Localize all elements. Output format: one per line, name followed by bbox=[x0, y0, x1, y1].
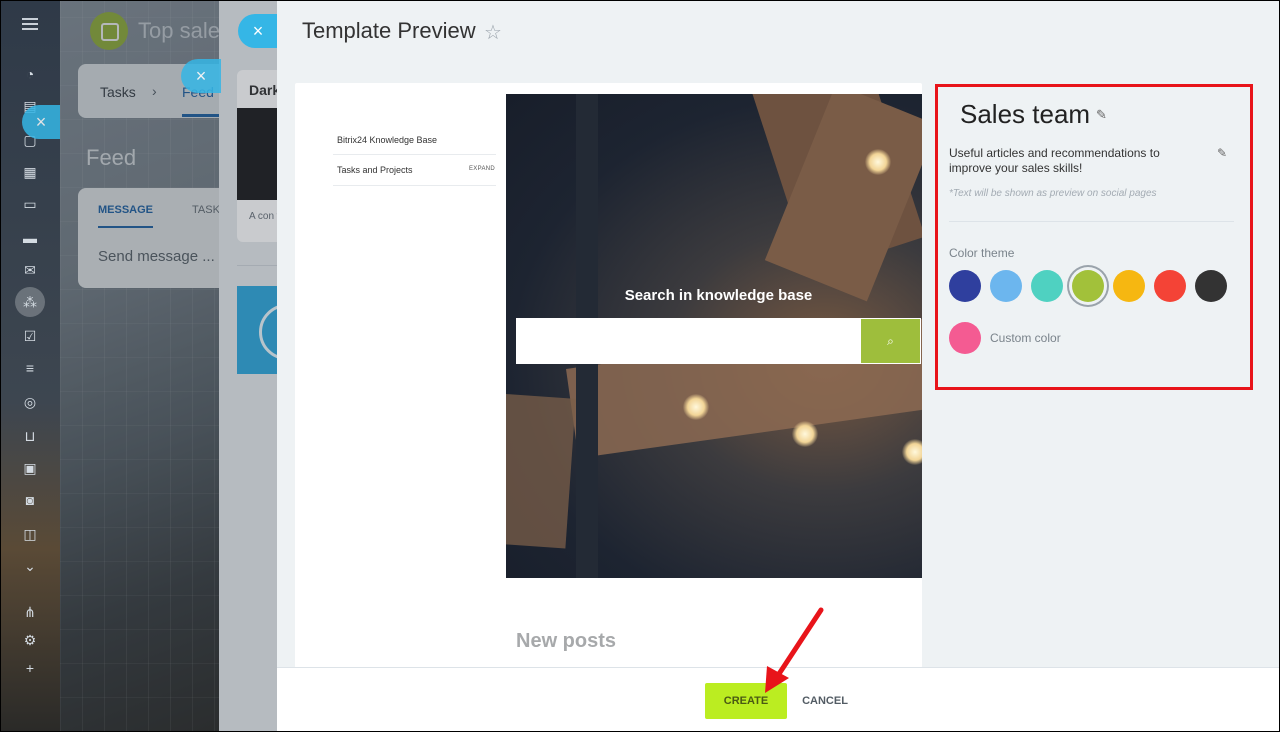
marquee-bulb bbox=[902, 439, 922, 465]
add-icon[interactable]: + bbox=[20, 658, 40, 678]
more-chevron-icon[interactable]: ⌄ bbox=[20, 556, 40, 576]
kb-expand-link[interactable]: EXPAND bbox=[469, 166, 495, 172]
preview-frame: Bitrix24 Knowledge Base Tasks and Projec… bbox=[295, 83, 922, 668]
robot-icon[interactable]: ◙ bbox=[20, 490, 40, 510]
hero-banner: Search in knowledge base ⌕ bbox=[506, 94, 922, 578]
filter-icon[interactable]: ≡ bbox=[20, 358, 40, 378]
kb-sidebar-divider bbox=[333, 154, 496, 155]
cart-icon[interactable]: ⊔ bbox=[20, 426, 40, 446]
marquee-bulb bbox=[792, 421, 818, 447]
marquee-bulb bbox=[865, 149, 891, 175]
kb-sidebar-divider bbox=[333, 185, 496, 186]
target-icon[interactable]: ◎ bbox=[20, 392, 40, 412]
templates-panel-overlay bbox=[219, 0, 279, 732]
document-icon[interactable]: ▭ bbox=[20, 194, 40, 214]
close-slider-button[interactable]: × bbox=[22, 105, 60, 139]
contact-card-icon[interactable]: ▣ bbox=[20, 458, 40, 478]
box-icon[interactable]: ◫ bbox=[20, 524, 40, 544]
hero-heading: Search in knowledge base bbox=[624, 287, 813, 304]
menu-icon[interactable] bbox=[22, 18, 38, 30]
search-icon[interactable]: ⌕ bbox=[860, 318, 921, 364]
close-preview-button[interactable]: × bbox=[238, 14, 278, 48]
page-title: Template Preview bbox=[302, 18, 476, 43]
kb-sidebar-item[interactable]: Tasks and Projects bbox=[337, 165, 413, 175]
close-slider-button[interactable]: × bbox=[181, 59, 221, 93]
kb-sidebar: Bitrix24 Knowledge Base Tasks and Projec… bbox=[313, 93, 496, 653]
marquee-bulb bbox=[683, 394, 709, 420]
drive-icon[interactable]: ▬ bbox=[20, 228, 40, 248]
sitemap-icon[interactable]: ⋔ bbox=[20, 602, 40, 622]
background-overlay bbox=[60, 0, 220, 732]
kb-sidebar-item[interactable]: Bitrix24 Knowledge Base bbox=[337, 135, 437, 145]
mail-icon[interactable]: ✉ bbox=[20, 260, 40, 280]
pie-chart-icon[interactable]: ◔ bbox=[20, 64, 40, 84]
marquee-letter bbox=[506, 394, 576, 549]
star-icon[interactable]: ☆ bbox=[484, 20, 502, 45]
settings-icon[interactable]: ⚙ bbox=[20, 630, 40, 650]
calendar-icon[interactable]: ▦ bbox=[20, 162, 40, 182]
tasks-icon[interactable]: ☑ bbox=[20, 326, 40, 346]
highlight-annotation-box bbox=[935, 84, 1253, 390]
section-heading: New posts bbox=[516, 630, 617, 652]
groups-icon[interactable]: ⁂ bbox=[20, 292, 40, 312]
kb-search-input[interactable] bbox=[516, 318, 861, 364]
annotation-arrow-icon bbox=[765, 607, 824, 693]
